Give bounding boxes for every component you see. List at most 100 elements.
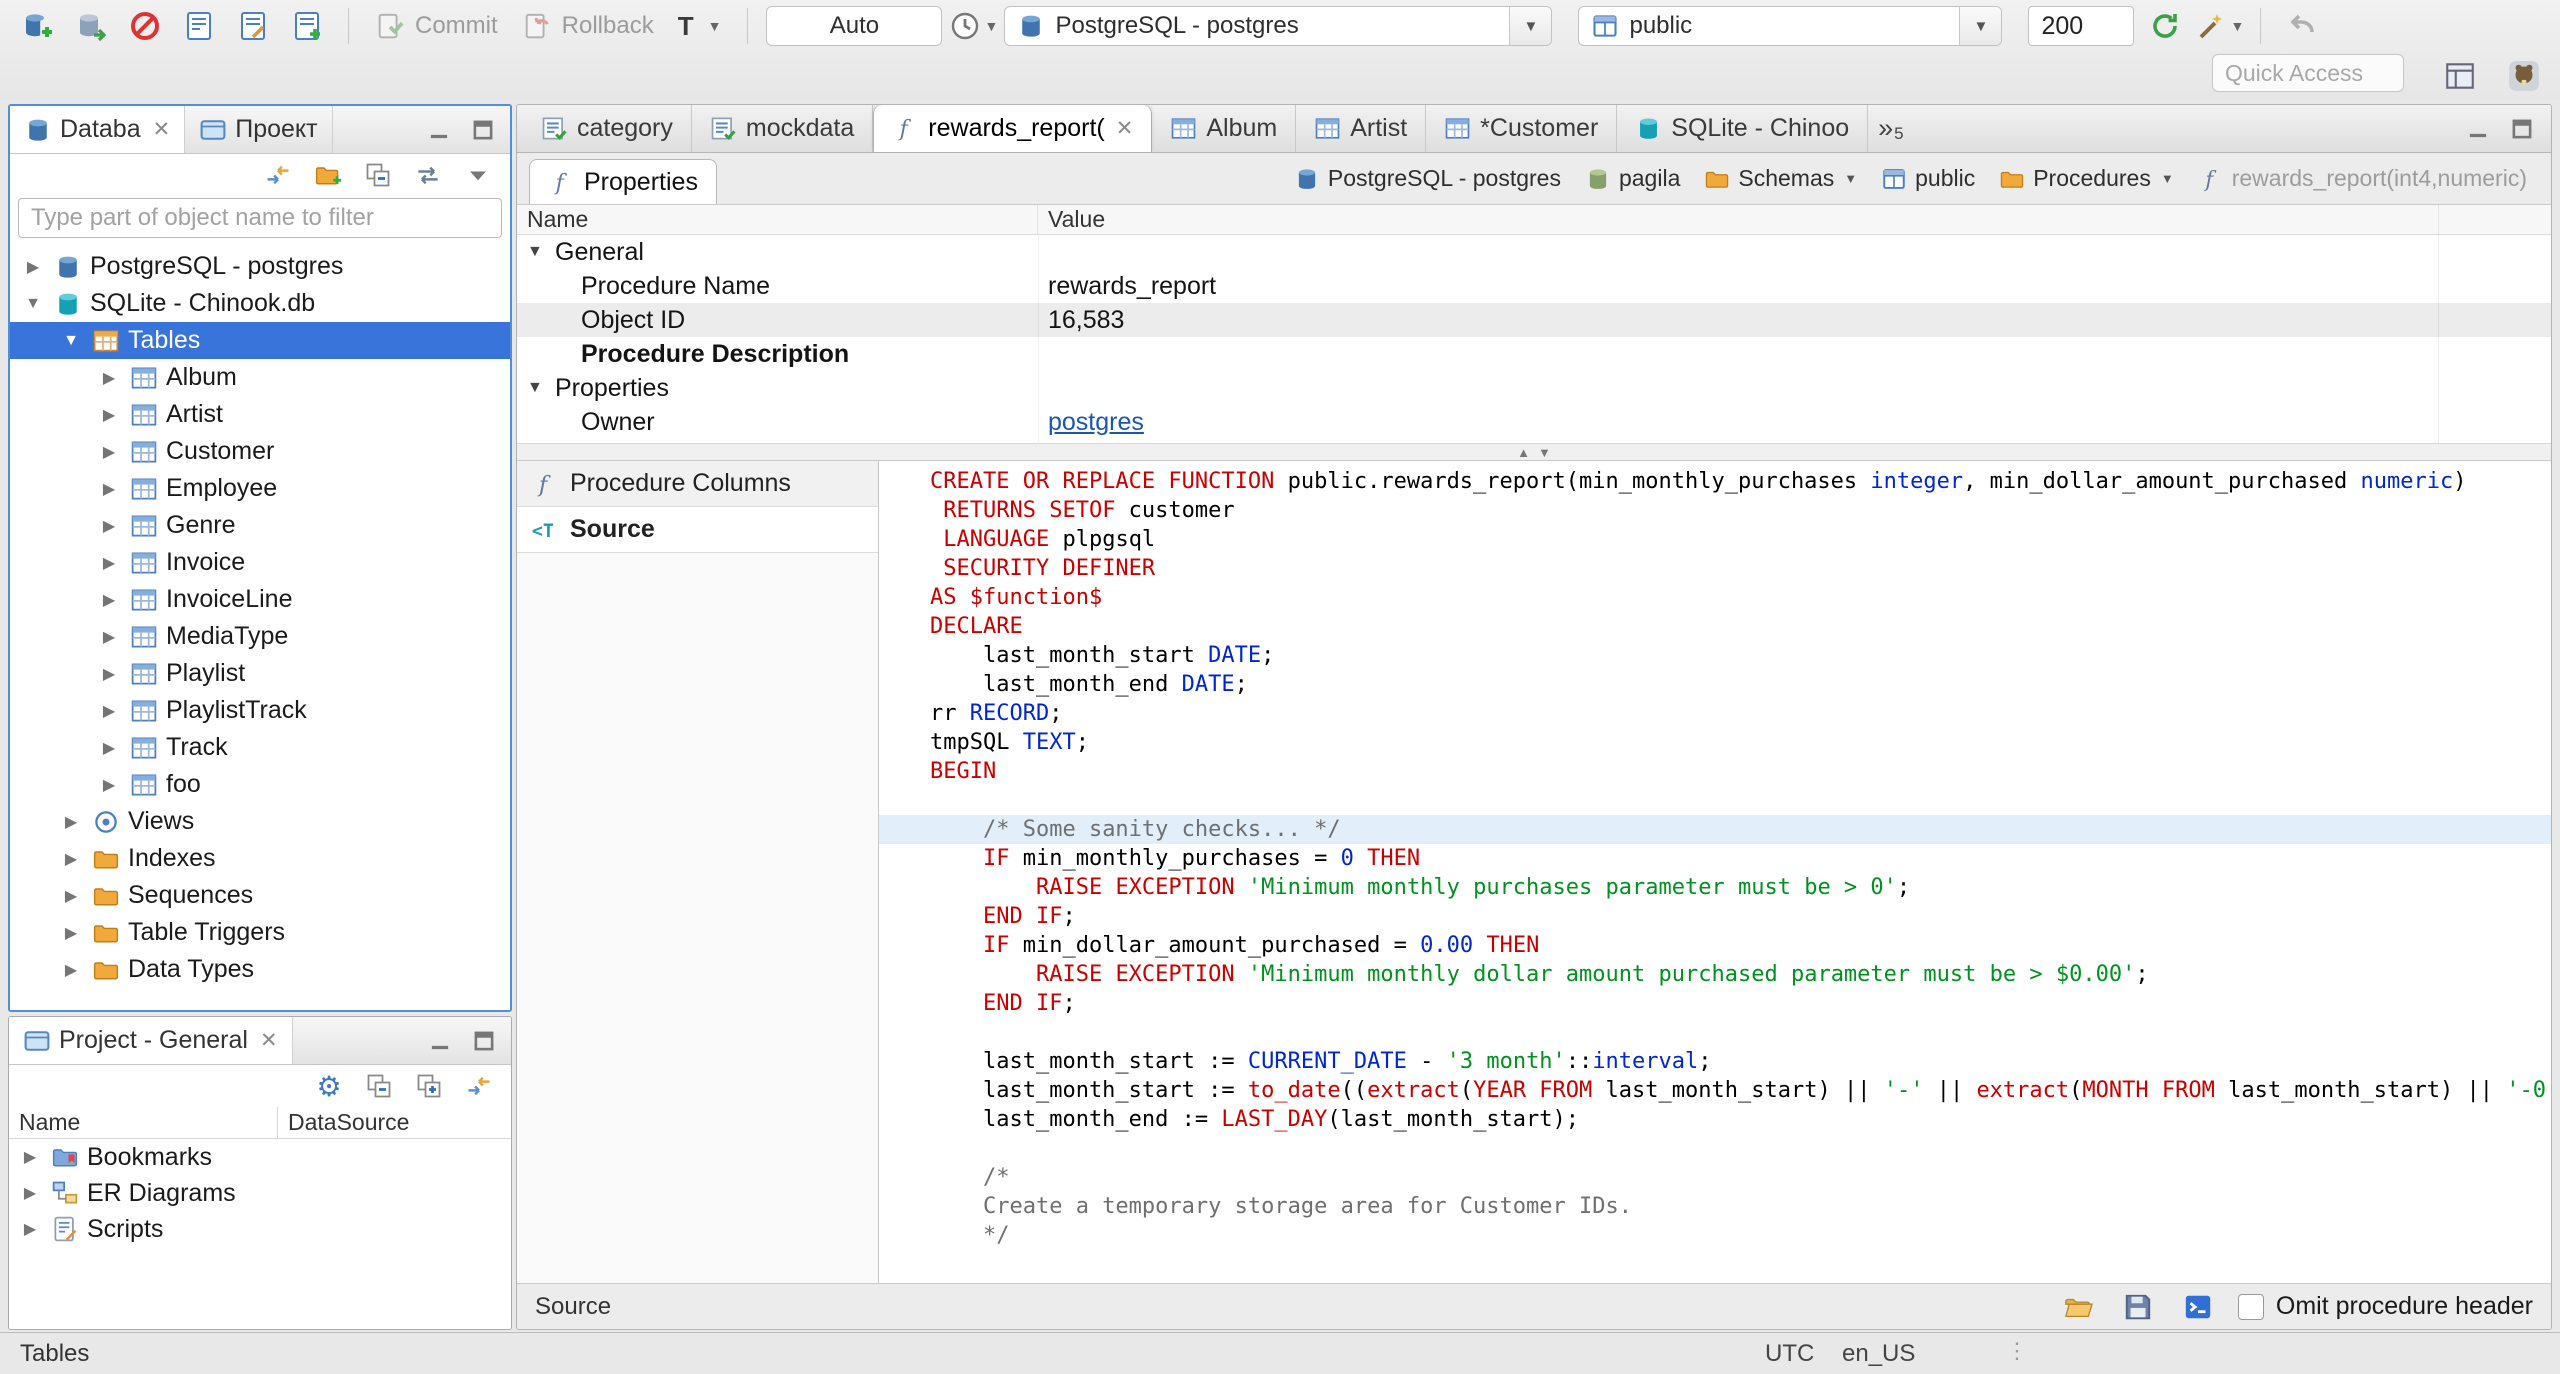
close-icon[interactable]: ✕ [153, 117, 171, 142]
expand-arrow-icon[interactable]: ▶ [17, 1219, 43, 1239]
minimize-button[interactable] [420, 111, 458, 149]
load-from-file-button[interactable] [2058, 1287, 2098, 1327]
disconnect-button[interactable] [122, 3, 168, 49]
open-in-sql-console-button[interactable] [2178, 1287, 2218, 1327]
collapse-arrow-icon[interactable]: ▼ [58, 332, 84, 350]
tree-item-playlisttrack[interactable]: ▶ PlaylistTrack [10, 692, 510, 729]
expand-arrow-icon[interactable]: ▶ [96, 701, 122, 721]
expand-arrow-icon[interactable]: ▶ [58, 886, 84, 906]
commit-button[interactable]: Commit [367, 11, 506, 41]
property-row-owner[interactable]: Owner postgres [517, 405, 2551, 439]
collapse-all-button[interactable] [360, 157, 396, 193]
breadcrumb-item-schemas[interactable]: Schemas ▼ [1704, 165, 1857, 192]
expand-arrow-icon[interactable]: ▶ [17, 1183, 43, 1203]
schema-select[interactable]: public ▼ [1578, 6, 2003, 46]
tree-item-views[interactable]: ▶ Views [10, 803, 510, 840]
detail-tab-source[interactable]: <T Source [517, 507, 878, 553]
property-group-general[interactable]: ▼ General [517, 235, 2551, 269]
refresh-button[interactable] [2142, 3, 2188, 49]
tab-project-general[interactable]: Project - General ✕ [9, 1017, 293, 1064]
tree-item-sequences[interactable]: ▶ Sequences [10, 877, 510, 914]
minimize-button[interactable] [2459, 110, 2497, 148]
new-folder-button[interactable] [310, 157, 346, 193]
tree-item-playlist[interactable]: ▶ Playlist [10, 655, 510, 692]
maximize-button[interactable] [465, 1022, 503, 1060]
connection-select[interactable]: PostgreSQL - postgres ▼ [1004, 6, 1553, 46]
minimize-button[interactable] [421, 1022, 459, 1060]
expand-arrow-icon[interactable]: ▶ [96, 553, 122, 573]
save-to-file-button[interactable] [2118, 1287, 2158, 1327]
chevron-down-icon[interactable]: ▼ [2161, 171, 2174, 186]
settings-button[interactable]: ⚙ [311, 1068, 347, 1104]
tree-item-artist[interactable]: ▶ Artist [10, 396, 510, 433]
link-with-editor-button[interactable] [260, 157, 296, 193]
tree-item-track[interactable]: ▶ Track [10, 729, 510, 766]
tree-item-employee[interactable]: ▶ Employee [10, 470, 510, 507]
tab-properties[interactable]: f Properties [529, 159, 717, 204]
back-button[interactable] [2279, 3, 2325, 49]
tree-item-invoice[interactable]: ▶ Invoice [10, 544, 510, 581]
expand-arrow-icon[interactable]: ▶ [58, 849, 84, 869]
mock-data-button[interactable]: ▼ [2196, 3, 2244, 49]
expand-arrow-icon[interactable]: ▶ [96, 479, 122, 499]
breadcrumb-item-public[interactable]: public [1881, 165, 1975, 192]
tree-item-sqlite-chinook-db[interactable]: ▼ SQLite - Chinook.db [10, 285, 510, 322]
breadcrumb-item-postgresql-postgres[interactable]: PostgreSQL - postgres [1294, 165, 1561, 192]
property-row-procedure-name[interactable]: Procedure Name rewards_report [517, 269, 2551, 303]
editor-tab-artist[interactable]: Artist [1296, 105, 1427, 152]
link-with-editor-button[interactable] [461, 1068, 497, 1104]
detail-tab-procedure-columns[interactable]: f Procedure Columns [517, 461, 878, 507]
expand-arrow-icon[interactable]: ▶ [96, 627, 122, 647]
expand-arrow-icon[interactable]: ▶ [96, 738, 122, 758]
open-sql-script-button[interactable] [230, 3, 276, 49]
property-group-properties[interactable]: ▼ Properties [517, 371, 2551, 405]
editor-tab-album[interactable]: Album [1152, 105, 1297, 152]
tab-projects[interactable]: Проект [185, 106, 333, 153]
new-sql-editor-button[interactable] [284, 3, 330, 49]
omit-procedure-header-checkbox[interactable]: Omit procedure header [2237, 1292, 2533, 1321]
expand-arrow-icon[interactable]: ▶ [58, 960, 84, 980]
expand-arrow-icon[interactable]: ▶ [96, 664, 122, 684]
new-connection-button[interactable] [14, 3, 60, 49]
project-item-scripts[interactable]: ▶ Scripts [9, 1211, 511, 1247]
tab-database-navigator[interactable]: Databa ✕ [10, 106, 186, 153]
column-header-datasource[interactable]: DataSource [277, 1107, 511, 1138]
chevron-down-icon[interactable]: ▼ [1844, 171, 1857, 186]
view-menu-button[interactable] [460, 157, 496, 193]
source-editor[interactable]: CREATE OR REPLACE FUNCTION public.reward… [879, 461, 2551, 1283]
column-header-name[interactable]: Name [517, 205, 1038, 234]
tree-item-tables[interactable]: ▼ Tables [10, 322, 510, 359]
project-item-er-diagrams[interactable]: ▶ ER Diagrams [9, 1175, 511, 1211]
close-icon[interactable]: ✕ [1116, 116, 1134, 141]
collapse-arrow-icon[interactable]: ▼ [527, 243, 549, 261]
connect-button[interactable] [68, 3, 114, 49]
expand-arrow-icon[interactable]: ▶ [58, 812, 84, 832]
expand-arrow-icon[interactable]: ▶ [96, 442, 122, 462]
sql-editor-button[interactable] [176, 3, 222, 49]
expand-all-button[interactable] [411, 1068, 447, 1104]
tree-item-data-types[interactable]: ▶ Data Types [10, 951, 510, 988]
tab-overflow-button[interactable]: » 5 [1868, 105, 1914, 152]
maximize-button[interactable] [2503, 110, 2541, 148]
property-value-link[interactable]: postgres [1048, 408, 1144, 436]
editor-tab-customer[interactable]: *Customer [1426, 105, 1618, 152]
breadcrumb-item-procedures[interactable]: Procedures ▼ [1999, 165, 2174, 192]
editor-tab-sqlite-chinoo[interactable]: SQLite - Chinoo [1617, 105, 1869, 152]
expand-arrow-icon[interactable]: ▶ [96, 405, 122, 425]
transaction-mode-button[interactable]: T ▼ [670, 11, 730, 42]
tree-item-mediatype[interactable]: ▶ MediaType [10, 618, 510, 655]
property-row-procedure-description[interactable]: Procedure Description [517, 337, 2551, 371]
rollback-button[interactable]: Rollback [514, 11, 662, 41]
checkbox-icon[interactable] [2237, 1293, 2264, 1320]
expand-arrow-icon[interactable]: ▶ [96, 590, 122, 610]
expand-arrow-icon[interactable]: ▶ [96, 368, 122, 388]
breadcrumb-item-rewards-report-int4-numeric[interactable]: f rewards_report(int4,numeric) [2198, 165, 2527, 192]
sync-button[interactable] [410, 157, 446, 193]
tree-item-foo[interactable]: ▶ foo [10, 766, 510, 803]
column-header-name[interactable]: Name [9, 1109, 277, 1136]
editor-tab-rewards-report[interactable]: f rewards_report(✕ [873, 105, 1153, 152]
close-icon[interactable]: ✕ [260, 1028, 278, 1053]
status-locale[interactable]: en_US [1842, 1340, 1915, 1368]
collapse-arrow-icon[interactable]: ▼ [20, 295, 46, 313]
tree-item-postgresql-postgres[interactable]: ▶ PostgreSQL - postgres [10, 248, 510, 285]
